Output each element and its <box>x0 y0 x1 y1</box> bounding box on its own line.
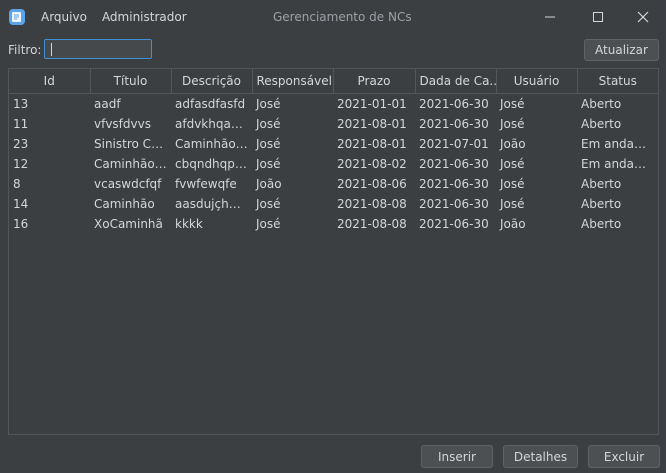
cell-descricao: adfasdfasfd <box>175 97 246 111</box>
cell-usuario: João <box>500 217 526 231</box>
col-header-responsavel[interactable]: Responsável <box>252 69 334 94</box>
menu-arquivo[interactable]: Arquivo <box>41 10 87 24</box>
cell-id: 11 <box>13 117 29 131</box>
filter-label: Filtro: <box>8 43 42 57</box>
cell-status: Aberto <box>581 197 622 211</box>
minimize-button[interactable] <box>527 1 573 33</box>
filter-input[interactable] <box>44 39 152 59</box>
notes-app-icon <box>8 8 26 26</box>
cell-responsavel: José <box>256 97 281 111</box>
cell-id: 8 <box>13 177 21 191</box>
refresh-button[interactable]: Atualizar <box>584 39 659 61</box>
cell-prazo: 2021-08-01 <box>337 137 407 151</box>
cell-responsavel: José <box>256 137 281 151</box>
cell-titulo: aadf <box>94 97 121 111</box>
window-title: Gerenciamento de NCs <box>273 10 412 24</box>
main-window: Arquivo Administrador Gerenciamento de N… <box>0 0 666 473</box>
cell-titulo: vcaswdcfqf <box>94 177 162 191</box>
close-icon <box>637 11 649 23</box>
cell-responsavel: José <box>256 197 281 211</box>
nc-table[interactable]: Id Título Descrição Responsável Prazo Da… <box>8 68 659 435</box>
cell-responsavel: João <box>256 177 282 191</box>
table-row[interactable]: 13 aadf adfasdfasfd José 2021-01-01 2021… <box>9 94 658 115</box>
cell-data-cadastro: 2021-06-30 <box>419 157 489 171</box>
cell-status: Aberto <box>581 217 622 231</box>
cell-id: 12 <box>13 157 29 171</box>
table-row[interactable]: 23 Sinistro Ca... Caminhão p... José 202… <box>9 134 658 154</box>
title-bar: Arquivo Administrador Gerenciamento de N… <box>1 1 665 33</box>
cell-data-cadastro: 2021-06-30 <box>419 177 489 191</box>
cell-usuario: José <box>500 177 525 191</box>
table-row[interactable]: 11 vfvsfdvvs afdvkhqabd... José 2021-08-… <box>9 114 658 134</box>
cell-descricao: cbqndhqpió... <box>175 157 252 171</box>
cell-prazo: 2021-08-08 <box>337 197 407 211</box>
cell-data-cadastro: 2021-06-30 <box>419 197 489 211</box>
close-button[interactable] <box>620 1 666 33</box>
cell-descricao: kkkk <box>175 217 203 231</box>
cell-titulo: Caminhão <box>94 197 155 211</box>
cell-responsavel: José <box>256 157 281 171</box>
col-header-titulo[interactable]: Título <box>90 69 172 94</box>
insert-button[interactable]: Inserir <box>421 445 493 468</box>
cell-status: Em andame... <box>581 137 658 151</box>
cell-titulo: vfvsfdvvs <box>94 117 151 131</box>
cell-data-cadastro: 2021-06-30 <box>419 117 489 131</box>
table-row[interactable]: 8 vcaswdcfqf fvwfewqfe João 2021-08-06 2… <box>9 174 658 194</box>
cell-usuario: José <box>500 197 525 211</box>
cell-status: Em andame... <box>581 157 658 171</box>
cell-id: 16 <box>13 217 29 231</box>
minimize-icon <box>545 16 555 18</box>
table-row[interactable]: 16 XoCaminhã kkkk José 2021-08-08 2021-0… <box>9 214 658 234</box>
col-header-data-cadastro[interactable]: Dada de Ca... <box>415 69 497 94</box>
col-header-status[interactable]: Status <box>577 69 658 94</box>
cell-prazo: 2021-08-02 <box>337 157 407 171</box>
cell-data-cadastro: 2021-07-01 <box>419 137 489 151</box>
table-header-row: Id Título Descrição Responsável Prazo Da… <box>9 69 658 94</box>
col-header-descricao[interactable]: Descrição <box>171 69 253 94</box>
table-row[interactable]: 12 Caminhão r... cbqndhqpió... José 2021… <box>9 154 658 174</box>
cell-descricao: aasdujçhadf... <box>175 197 252 211</box>
cell-prazo: 2021-08-08 <box>337 217 407 231</box>
cell-titulo: XoCaminhã <box>94 217 163 231</box>
col-header-prazo[interactable]: Prazo <box>333 69 416 94</box>
cell-prazo: 2021-08-01 <box>337 117 407 131</box>
details-button[interactable]: Detalhes <box>503 445 578 468</box>
table-row[interactable]: 14 Caminhão aasdujçhadf... José 2021-08-… <box>9 194 658 214</box>
cell-id: 13 <box>13 97 29 111</box>
col-header-usuario[interactable]: Usuário <box>496 69 578 94</box>
cell-titulo: Sinistro Ca... <box>94 137 170 151</box>
cell-responsavel: José <box>256 217 281 231</box>
cell-usuario: João <box>500 137 526 151</box>
cell-prazo: 2021-08-06 <box>337 177 407 191</box>
cell-id: 14 <box>13 197 29 211</box>
delete-button[interactable]: Excluir <box>588 445 660 468</box>
menu-administrador[interactable]: Administrador <box>102 10 187 24</box>
cell-usuario: José <box>500 97 525 111</box>
cell-descricao: afdvkhqabd... <box>175 117 252 131</box>
cell-titulo: Caminhão r... <box>94 157 171 171</box>
cell-usuario: José <box>500 157 525 171</box>
cell-data-cadastro: 2021-06-30 <box>419 217 489 231</box>
maximize-button[interactable] <box>575 1 621 33</box>
menu-bar: Arquivo Administrador <box>41 10 187 24</box>
cell-descricao: fvwfewqfe <box>175 177 237 191</box>
cell-data-cadastro: 2021-06-30 <box>419 97 489 111</box>
cell-responsavel: José <box>256 117 281 131</box>
cell-status: Aberto <box>581 177 622 191</box>
maximize-icon <box>593 12 603 22</box>
cell-status: Aberto <box>581 117 622 131</box>
cell-descricao: Caminhão p... <box>175 137 252 151</box>
cell-id: 23 <box>13 137 29 151</box>
cell-status: Aberto <box>581 97 622 111</box>
text-caret <box>51 43 52 56</box>
col-header-id[interactable]: Id <box>9 69 91 94</box>
cell-usuario: José <box>500 117 525 131</box>
cell-prazo: 2021-01-01 <box>337 97 407 111</box>
